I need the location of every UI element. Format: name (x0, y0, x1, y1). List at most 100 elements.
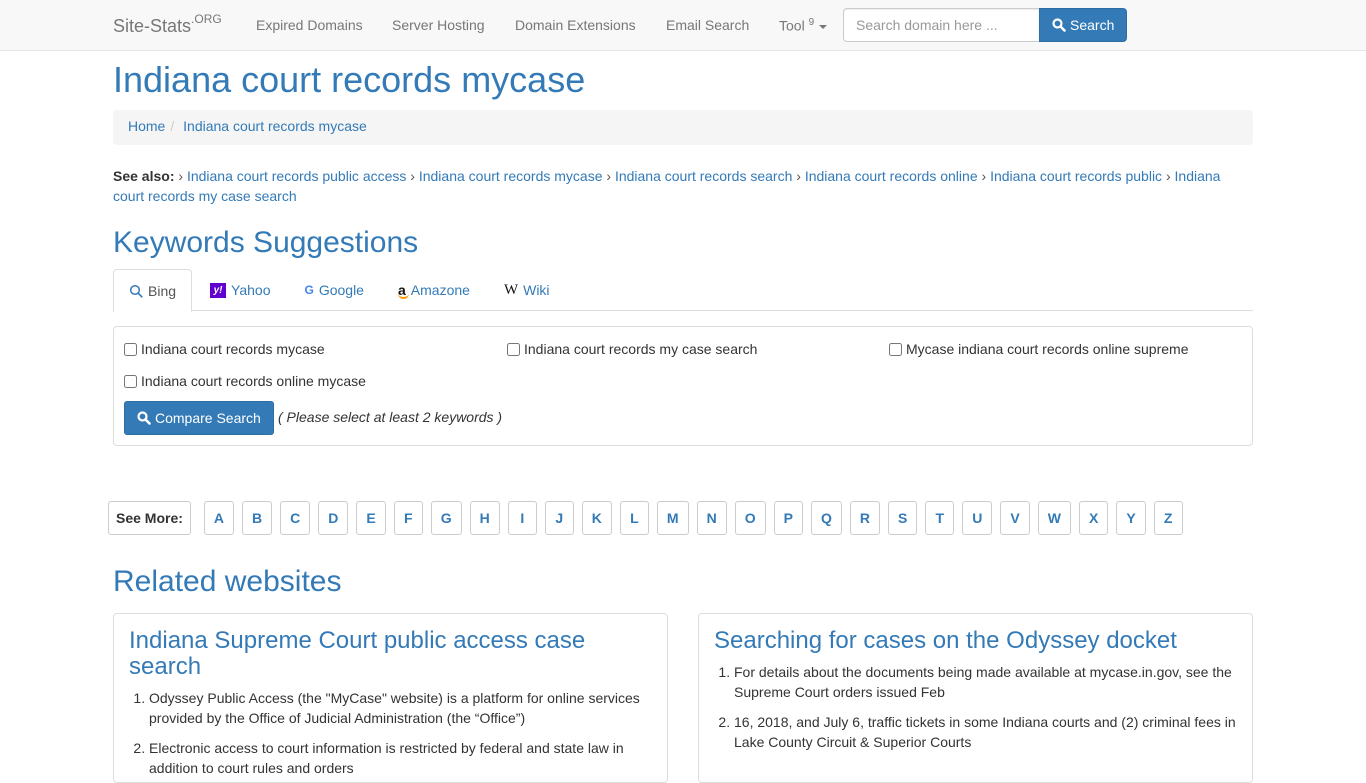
letter-link-k[interactable]: K (581, 501, 612, 535)
breadcrumb-current[interactable]: Indiana court records mycase (183, 118, 367, 134)
nav-tool-dropdown[interactable]: Tool 9 (779, 17, 828, 34)
domain-search-button[interactable]: Search (1039, 8, 1128, 42)
summary-item: Odyssey Public Access (the "MyCase" webs… (149, 688, 652, 728)
related-website-title[interactable]: Indiana Supreme Court public access case… (129, 627, 585, 680)
search-button-label: Search (1070, 17, 1115, 33)
page-title: Indiana court records mycase (113, 59, 586, 100)
keyword-label: Indiana court records online mycase (141, 373, 366, 389)
letter-link-s[interactable]: S (887, 501, 918, 535)
navbar: Site-Stats.ORG Expired Domains Server Ho… (0, 0, 1366, 51)
tab-bing[interactable]: Bing (113, 269, 193, 312)
breadcrumb-home[interactable]: Home (128, 118, 165, 134)
nav-email-search[interactable]: Email Search (666, 17, 749, 33)
letter-link-w[interactable]: W (1037, 501, 1071, 535)
keyword-checkbox[interactable] (124, 342, 137, 356)
chevron-right-icon: › (410, 168, 415, 184)
letter-link-e[interactable]: E (356, 501, 386, 535)
see-also-link[interactable]: Indiana court records public (990, 168, 1162, 184)
breadcrumb-separator: / (170, 118, 175, 134)
tool-count-badge: 9 (808, 17, 815, 28)
summary-item: 16, 2018, and July 6, traffic tickets in… (734, 712, 1237, 752)
nav-expired-domains[interactable]: Expired Domains (256, 17, 363, 33)
tab-label: Google (318, 282, 364, 298)
letter-link-a[interactable]: A (203, 501, 235, 535)
compare-search-button[interactable]: Compare Search (124, 401, 274, 435)
letter-link-b[interactable]: B (242, 501, 273, 535)
yahoo-icon: y! (210, 282, 227, 298)
search-engine-tabs: Bing y! Yahoo G Google a Amazone W Wiki (113, 269, 1253, 312)
see-also: See also: › Indiana court records public… (113, 166, 1253, 206)
letter-link-c[interactable]: C (280, 501, 311, 535)
see-also-label: See also: (113, 168, 175, 184)
tab-yahoo[interactable]: y! Yahoo (194, 269, 286, 311)
keyword-checkbox[interactable] (889, 342, 902, 356)
see-also-link[interactable]: Indiana court records mycase (419, 168, 603, 184)
letter-link-l[interactable]: L (619, 501, 649, 535)
chevron-right-icon: › (606, 168, 612, 184)
amazon-icon: a (397, 282, 409, 299)
keyword-option[interactable]: Indiana court records online mycase (124, 373, 366, 389)
letter-link-o[interactable]: O (734, 501, 766, 535)
keyword-option[interactable]: Indiana court records mycase (124, 341, 325, 357)
letter-link-x[interactable]: X (1078, 501, 1109, 535)
nav-domain-extensions[interactable]: Domain Extensions (515, 17, 636, 33)
search-icon (1052, 18, 1066, 32)
letter-link-r[interactable]: R (849, 501, 880, 535)
letter-link-f[interactable]: F (393, 501, 423, 535)
related-website-title[interactable]: Searching for cases on the Odyssey docke… (714, 627, 1177, 654)
tab-amazon[interactable]: a Amazone (382, 269, 486, 311)
tab-google[interactable]: G Google (288, 269, 380, 311)
letter-link-j[interactable]: J (544, 501, 574, 535)
compare-hint: ( Please select at least 2 keywords ) (278, 409, 503, 425)
letter-link-h[interactable]: H (469, 501, 500, 535)
chevron-right-icon: › (178, 168, 184, 184)
see-also-link[interactable]: Indiana court records online (805, 168, 978, 184)
keywords-section-title: Keywords Suggestions (113, 226, 419, 259)
related-website-card: Indiana Supreme Court public access case… (113, 613, 668, 783)
nav-server-hosting[interactable]: Server Hosting (392, 17, 485, 33)
caret-down-icon (819, 24, 828, 29)
letter-link-i[interactable]: I (507, 501, 537, 535)
google-icon: G (304, 283, 314, 297)
letter-link-p[interactable]: P (773, 501, 803, 535)
brand-suffix: .ORG (191, 12, 222, 26)
related-website-summary: Odyssey Public Access (the "MyCase" webs… (129, 688, 652, 778)
brand-logo[interactable]: Site-Stats.ORG (113, 12, 222, 37)
tab-label: Bing (148, 282, 177, 299)
related-websites-title: Related websites (113, 565, 342, 598)
tool-label: Tool (779, 17, 805, 34)
search-icon (137, 411, 151, 425)
letter-link-d[interactable]: D (318, 501, 349, 535)
brand-name: Site-Stats (113, 16, 192, 36)
letter-link-z[interactable]: Z (1153, 501, 1183, 535)
keyword-checkbox[interactable] (507, 342, 520, 356)
chevron-right-icon: › (981, 168, 987, 184)
letter-link-m[interactable]: M (656, 501, 689, 535)
see-also-link[interactable]: Indiana court records search (615, 168, 792, 184)
compare-button-label: Compare Search (155, 410, 261, 426)
letter-link-t[interactable]: T (925, 501, 955, 535)
chevron-right-icon: › (796, 168, 801, 184)
letter-link-u[interactable]: U (962, 501, 993, 535)
tab-wiki[interactable]: W Wiki (488, 269, 566, 311)
summary-item: For details about the documents being ma… (734, 662, 1237, 702)
keyword-label: Mycase indiana court records online supr… (906, 341, 1189, 357)
related-website-card: Searching for cases on the Odyssey docke… (698, 613, 1253, 783)
see-more-label: See More: (108, 501, 191, 535)
tab-label: Wiki (523, 282, 550, 298)
keyword-checkbox[interactable] (124, 374, 137, 388)
alphabet-navigation: See More: ABCDEFGHIJKLMNOPQRSTUVWXYZ (108, 501, 1191, 535)
tab-label: Yahoo (231, 282, 271, 298)
domain-search-input[interactable] (843, 8, 1039, 42)
letter-link-q[interactable]: Q (810, 501, 842, 535)
see-also-link[interactable]: Indiana court records public access (187, 168, 406, 184)
keyword-option[interactable]: Indiana court records my case search (507, 341, 757, 357)
letter-link-g[interactable]: G (430, 501, 462, 535)
breadcrumb: Home / Indiana court records mycase (113, 110, 1253, 145)
letter-link-n[interactable]: N (696, 501, 727, 535)
letter-link-y[interactable]: Y (1116, 501, 1146, 535)
letter-link-v[interactable]: V (1000, 501, 1030, 535)
keyword-option[interactable]: Mycase indiana court records online supr… (889, 341, 1188, 357)
domain-search-form: Search (843, 8, 1128, 42)
summary-item: Electronic access to court information i… (149, 738, 652, 778)
